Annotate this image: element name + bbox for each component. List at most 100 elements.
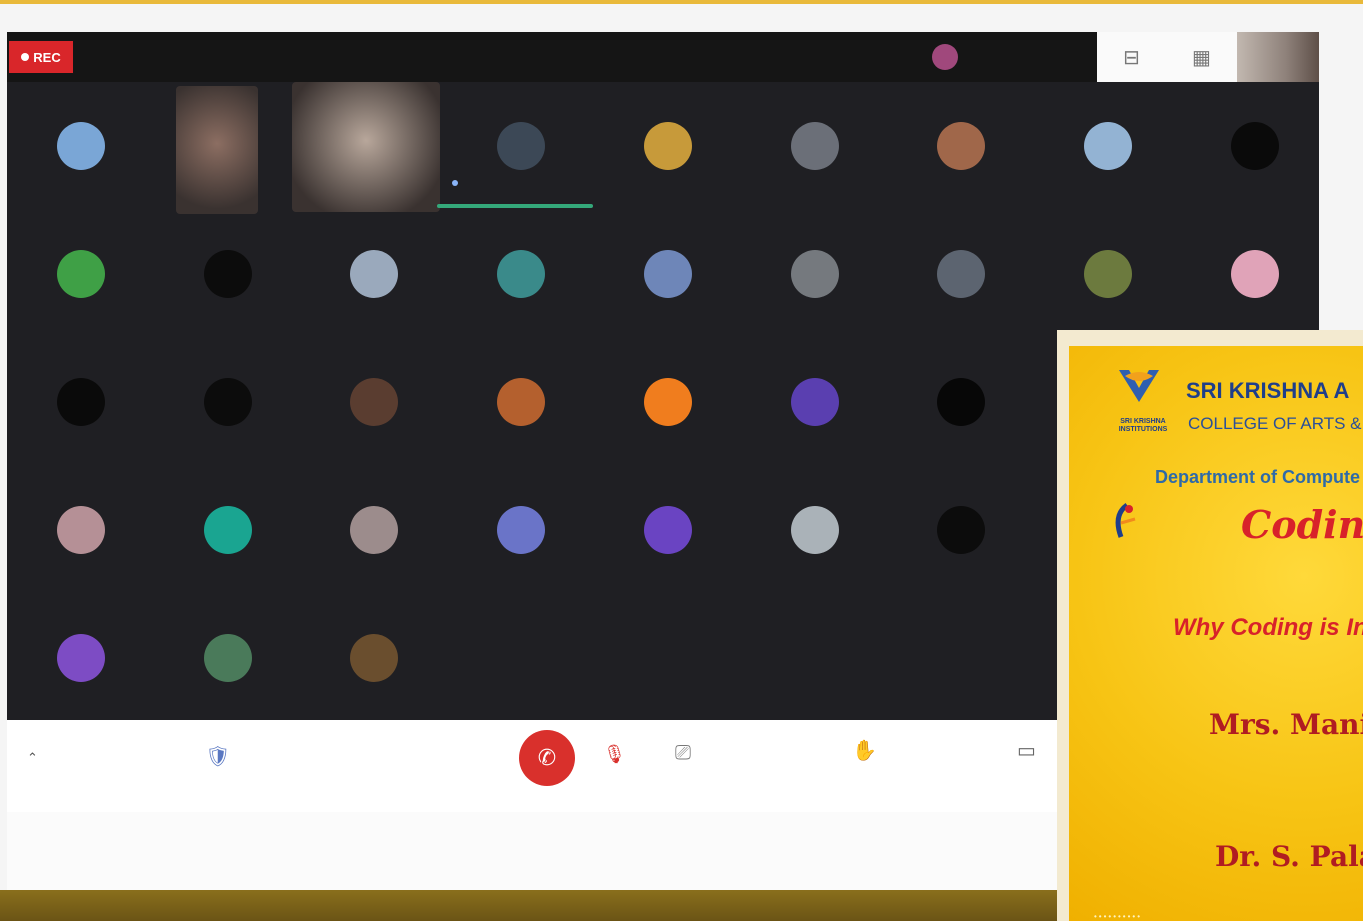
- iic-logo-icon: [1115, 502, 1136, 538]
- participant-avatar: [643, 122, 692, 170]
- poster-topic: Why Coding is In: [1173, 614, 1363, 641]
- participant-avatar: [937, 378, 986, 426]
- participant-tile[interactable]: [887, 338, 1035, 466]
- participant-tile[interactable]: [300, 210, 448, 338]
- leave-call-button[interactable]: ✆: [519, 730, 575, 786]
- institution-logo-icon: [1119, 370, 1159, 402]
- participant-tile[interactable]: [594, 82, 742, 210]
- participant-tile[interactable]: [447, 82, 595, 210]
- chevron-up-icon: ⌃: [27, 750, 38, 765]
- presenter-indicator[interactable]: [932, 38, 1067, 76]
- participant-tile[interactable]: [594, 466, 742, 594]
- meeting-details-button[interactable]: ⌃: [17, 750, 38, 766]
- resource-person-name: Mrs. Manisha: [1209, 708, 1363, 741]
- phone-hangup-icon: ✆: [537, 745, 557, 770]
- participant-avatar: [497, 122, 546, 170]
- participant-avatar: [497, 378, 546, 426]
- participant-avatar: [790, 378, 839, 426]
- participant-avatar: [937, 506, 986, 554]
- participant-avatar: [790, 122, 839, 170]
- grid-view-icon[interactable]: ▦: [1192, 45, 1211, 70]
- present-icon: ▭: [1017, 740, 1036, 762]
- meeting-top-bar: REC: [7, 32, 1097, 82]
- poster-club-name: Coding Cl: [1241, 502, 1363, 547]
- participant-avatar: [790, 250, 839, 298]
- poster-title: SRI KRISHNA A: [1186, 378, 1350, 403]
- participant-tile[interactable]: [300, 594, 448, 722]
- event-poster: SRI KRISHNA INSTITUTIONS SRI KRISHNA A C…: [1069, 346, 1363, 921]
- participant-tile[interactable]: [154, 210, 302, 338]
- participant-tile[interactable]: [447, 338, 595, 466]
- participant-avatar: [643, 506, 692, 554]
- participant-avatar: [1083, 122, 1132, 170]
- participant-tile[interactable]: [741, 210, 889, 338]
- mic-off-button[interactable]: 🎙: [603, 744, 626, 765]
- self-view-thumbnail[interactable]: [1237, 32, 1319, 82]
- raise-hand-icon: ✋: [852, 740, 877, 762]
- participant-avatar: [57, 378, 105, 426]
- recording-badge: REC: [9, 41, 73, 73]
- participant-video: [175, 86, 258, 214]
- participant-avatar: [497, 506, 546, 554]
- presenter-avatar: [932, 44, 958, 70]
- participant-tile[interactable]: [741, 338, 889, 466]
- participant-tile[interactable]: [1034, 210, 1182, 338]
- participant-tile[interactable]: [447, 466, 595, 594]
- participant-tile[interactable]: [1181, 82, 1319, 210]
- participant-tile[interactable]: [741, 82, 889, 210]
- participant-tile[interactable]: [887, 210, 1035, 338]
- participant-avatar: [350, 634, 399, 682]
- participant-avatar: [790, 506, 839, 554]
- participant-avatar: [937, 250, 986, 298]
- participant-tile[interactable]: [154, 466, 302, 594]
- layout-icon[interactable]: ⊟: [1123, 45, 1140, 70]
- participant-avatar: [57, 250, 105, 298]
- participant-tile[interactable]: [300, 466, 448, 594]
- participant-avatar: [203, 378, 252, 426]
- participant-avatar: [57, 634, 105, 682]
- participant-tile[interactable]: [154, 338, 302, 466]
- participant-tile[interactable]: [7, 466, 155, 594]
- participant-tile[interactable]: [7, 82, 155, 210]
- logo-caption: SRI KRISHNA INSTITUTIONS: [1118, 418, 1168, 433]
- poster-department: Department of Compute: [1155, 467, 1361, 487]
- decorative-dots: ••••••••••: [1094, 912, 1143, 921]
- present-button[interactable]: ▭: [1017, 738, 1036, 763]
- participant-avatar: [203, 506, 252, 554]
- participant-avatar: [350, 506, 399, 554]
- raise-hand-button[interactable]: ✋: [852, 738, 877, 763]
- recording-label: REC: [33, 49, 61, 65]
- top-right-toolbar: ⊟ ▦: [1097, 32, 1237, 82]
- participant-avatar: [203, 634, 252, 682]
- participant-tile[interactable]: [154, 594, 302, 722]
- participant-avatar: [1230, 122, 1279, 170]
- recording-dot-icon: [21, 53, 30, 61]
- poster-college: COLLEGE OF ARTS &: [1188, 414, 1362, 433]
- participant-tile[interactable]: [154, 82, 302, 214]
- camera-off-icon: ⎚: [675, 742, 691, 764]
- participant-tile[interactable]: [292, 82, 448, 212]
- security-shield-icon[interactable]: 🛡: [205, 742, 231, 770]
- camera-off-button[interactable]: ⎚: [675, 742, 691, 765]
- presider-name: Dr. S. Palania: [1215, 840, 1363, 873]
- participant-tile[interactable]: [887, 466, 1035, 594]
- speaking-indicator-icon: [452, 180, 458, 186]
- participant-tile[interactable]: [7, 210, 155, 338]
- participant-tile[interactable]: [594, 338, 742, 466]
- participant-tile[interactable]: [887, 82, 1035, 210]
- participant-avatar: [350, 378, 399, 426]
- participant-tile[interactable]: [7, 338, 155, 466]
- participant-tile[interactable]: [1181, 210, 1319, 338]
- participant-avatar: [1230, 250, 1279, 298]
- participant-tile[interactable]: [7, 594, 155, 722]
- participant-avatar: [57, 122, 105, 170]
- participant-tile[interactable]: [1034, 82, 1182, 210]
- participant-tile[interactable]: [300, 338, 448, 466]
- participant-avatar: [203, 250, 252, 298]
- participant-tile[interactable]: [741, 466, 889, 594]
- participant-video: [292, 82, 441, 212]
- participant-tile[interactable]: [447, 210, 595, 338]
- active-speaker-tag: [452, 180, 462, 186]
- participant-avatar: [350, 250, 399, 298]
- participant-tile[interactable]: [594, 210, 742, 338]
